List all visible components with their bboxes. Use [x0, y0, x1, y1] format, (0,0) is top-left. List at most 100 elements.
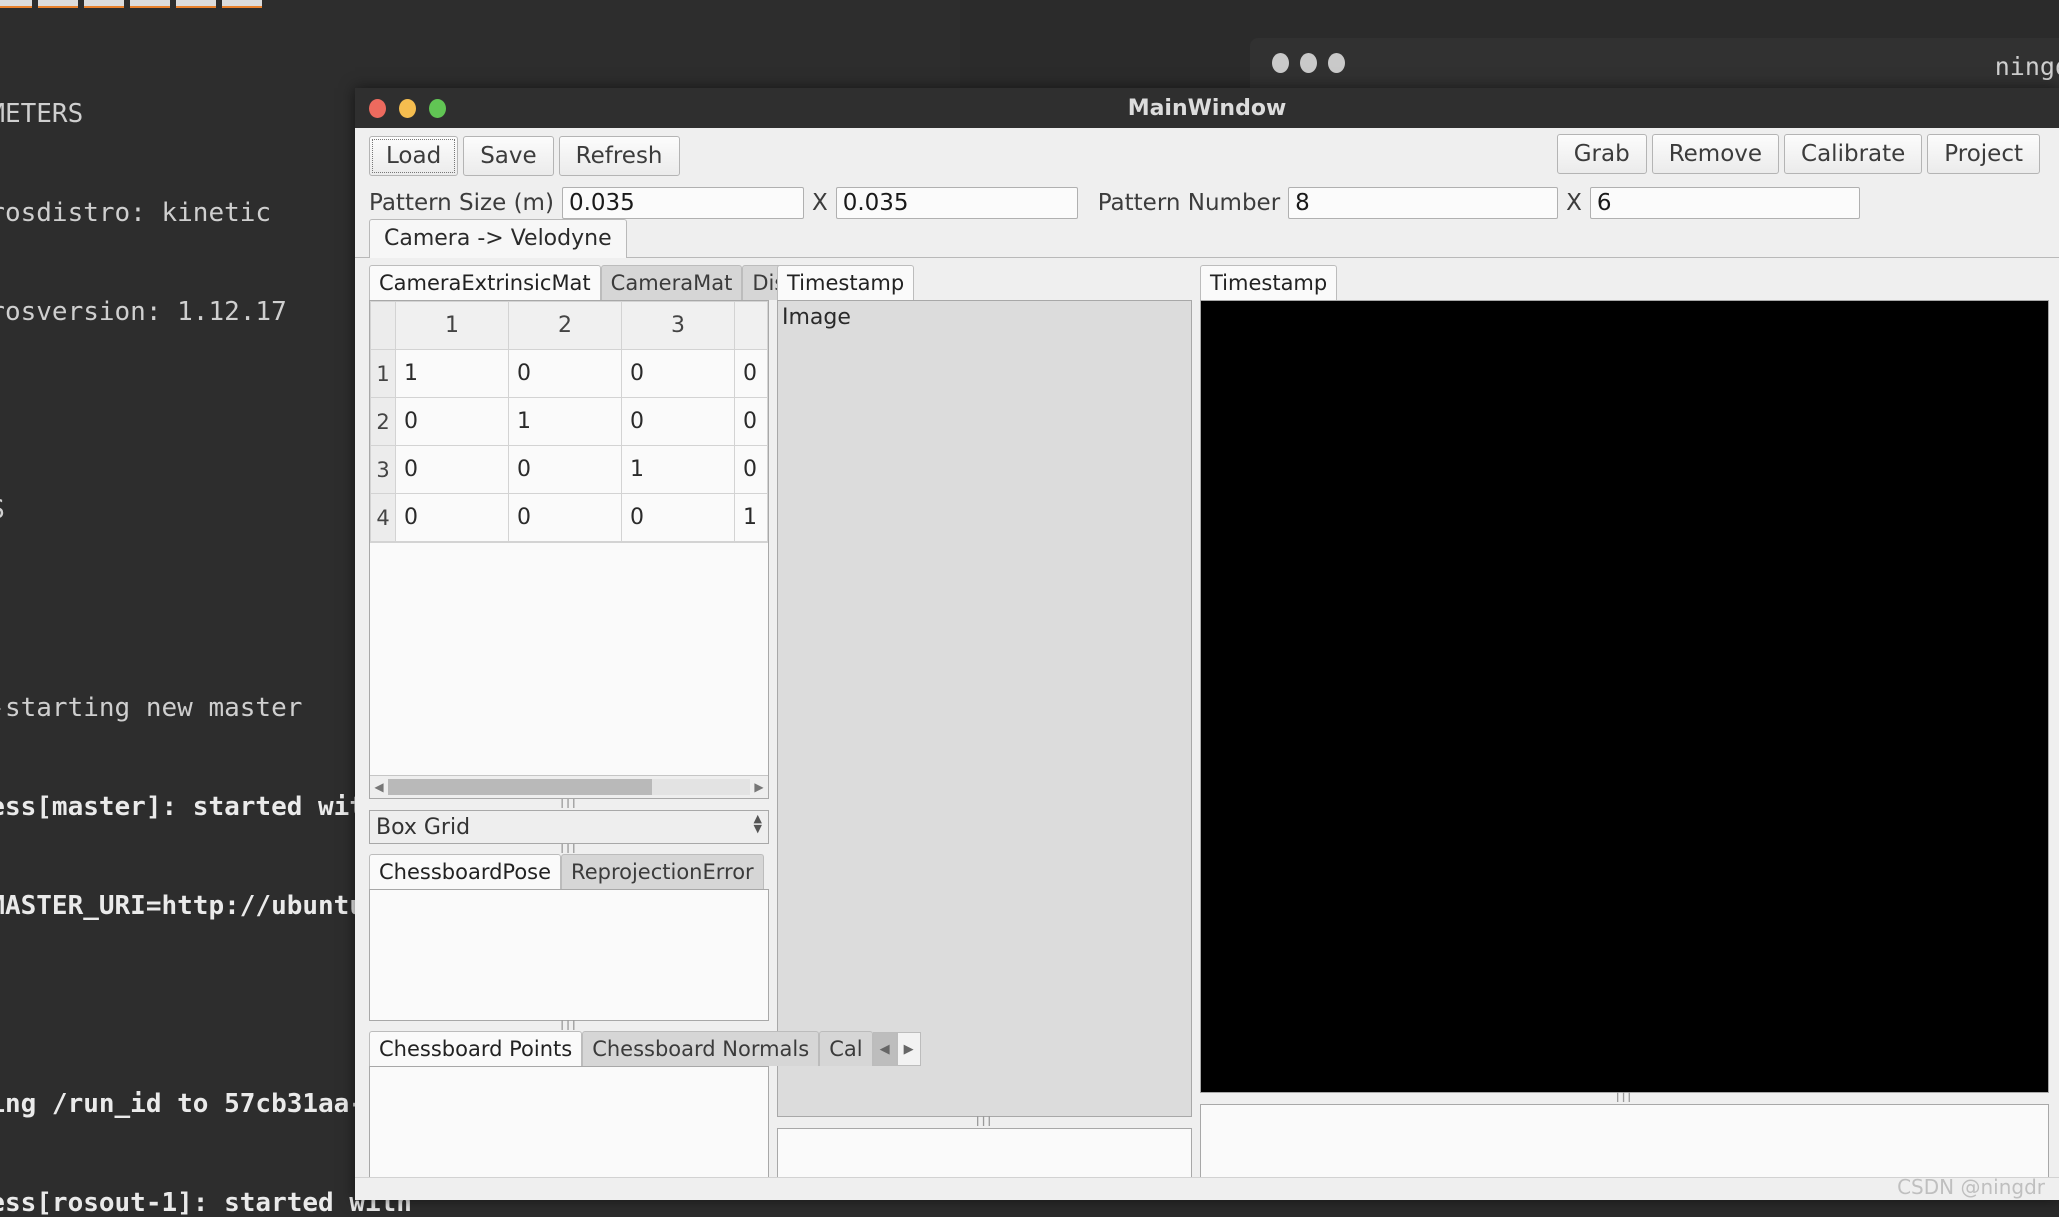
minimize-dot-icon[interactable]	[1300, 53, 1317, 73]
save-button[interactable]: Save	[463, 136, 554, 176]
tab-chessboard-normals[interactable]: Chessboard Normals	[582, 1031, 820, 1066]
window-titlebar[interactable]: MainWindow	[355, 88, 2059, 128]
grid-type-combobox[interactable]: Box Grid ▲ ▼	[369, 810, 769, 844]
table-empty-space	[370, 542, 768, 775]
left-pane: CameraExtrinsicMat CameraMat DistCoeff ◀…	[369, 265, 921, 1188]
matrix-cell[interactable]: 0	[395, 397, 509, 446]
matrix-cell[interactable]: 0	[395, 493, 509, 542]
terminal-line: /rosversion: 1.12.17	[0, 297, 287, 327]
matrix-table[interactable]: 1 2 3 1 1 0 0 0 2 0 1 0 0 3 0 0 1 0 4 0 …	[370, 301, 768, 542]
chessboard-pose-list[interactable]	[369, 889, 769, 1021]
splitter-handle[interactable]: III	[369, 798, 769, 811]
main-tabstrip: Camera -> Velodyne	[355, 219, 2059, 258]
terminal-line: RAMETERS	[0, 99, 84, 129]
calibrate-button[interactable]: Calibrate	[1784, 134, 1923, 174]
pattern-number-separator: X	[1566, 190, 1582, 216]
matrix-table-container: 1 2 3 1 1 0 0 0 2 0 1 0 0 3 0 0 1 0 4 0 …	[369, 300, 769, 799]
terminal-tab[interactable]	[176, 0, 216, 8]
tab-camera-mat[interactable]: CameraMat	[600, 265, 743, 300]
scroll-right-arrow-icon[interactable]: ▶	[750, 780, 768, 794]
right-pane: Timestamp III	[1200, 265, 2049, 1188]
load-button[interactable]: Load	[369, 136, 459, 176]
image-label: Image	[782, 305, 851, 330]
terminal-line: tting /run_id to 57cb31aa-72d	[0, 1089, 412, 1119]
splitter-handle[interactable]: III	[1200, 1092, 2049, 1105]
column-header[interactable]	[734, 301, 768, 350]
matrix-cell[interactable]: 1	[621, 445, 735, 494]
pointcloud-status-panel	[1200, 1104, 2049, 1188]
column-header[interactable]: 3	[621, 301, 735, 350]
pattern-size-y-input[interactable]	[835, 187, 1078, 219]
tab-chessboard-pose[interactable]: ChessboardPose	[369, 854, 562, 889]
matrix-cell[interactable]: 0	[508, 349, 622, 398]
matrix-cell[interactable]: 0	[395, 445, 509, 494]
terminal-tab-strip[interactable]	[0, 0, 292, 8]
terminal-window-controls[interactable]	[1272, 53, 1345, 73]
terminal-tab[interactable]	[222, 0, 262, 8]
terminal-line: ocess[rosout-1]: started with	[0, 1188, 412, 1217]
terminal-line: S_MASTER_URI=http://ubuntu:11	[0, 891, 412, 921]
matrix-cell[interactable]: 0	[508, 493, 622, 542]
pointcloud-viewport[interactable]	[1200, 300, 2049, 1093]
column-header[interactable]: 2	[508, 301, 622, 350]
remove-button[interactable]: Remove	[1651, 134, 1780, 174]
image-preview-panel[interactable]: Image	[777, 300, 1192, 1117]
terminal-tab[interactable]	[0, 0, 32, 8]
table-row: 3 0 0 1 0	[370, 445, 768, 494]
project-button[interactable]: Project	[1927, 134, 2040, 174]
window-controls[interactable]	[369, 99, 446, 118]
chessboard-points-list[interactable]	[369, 1066, 769, 1188]
matrix-cell[interactable]: 0	[621, 493, 735, 542]
minimize-button-icon[interactable]	[399, 99, 416, 118]
terminal-tab[interactable]	[84, 0, 124, 8]
terminal-tab[interactable]	[130, 0, 170, 8]
tab-chessboard-points[interactable]: Chessboard Points	[369, 1031, 583, 1066]
column-header[interactable]: 1	[395, 301, 509, 350]
table-row: 1 1 0 0 0	[370, 349, 768, 398]
tab-timestamp-image[interactable]: Timestamp	[777, 265, 915, 300]
splitter-handle[interactable]: III	[777, 1116, 1192, 1129]
spinner-icon[interactable]: ▲ ▼	[754, 813, 762, 834]
row-header: 3	[370, 445, 396, 494]
matrix-cell[interactable]: 0	[734, 349, 768, 398]
right-tabstrip: Timestamp	[1200, 265, 2049, 300]
pattern-size-x-input[interactable]	[561, 187, 804, 219]
tab-scroll-left-icon[interactable]: ◀	[872, 1032, 897, 1066]
close-dot-icon[interactable]	[1272, 53, 1289, 73]
tab-timestamp-pointcloud[interactable]: Timestamp	[1200, 265, 1338, 300]
tab-scroll-right-icon[interactable]: ▶	[896, 1032, 921, 1066]
matrix-cell[interactable]: 0	[621, 397, 735, 446]
pattern-number-y-input[interactable]	[1589, 187, 1860, 219]
tab-camera-velodyne[interactable]: Camera -> Velodyne	[369, 219, 627, 258]
matrix-cell[interactable]: 1	[508, 397, 622, 446]
parameter-row: Pattern Size (m) X Pattern Number X	[355, 178, 2059, 224]
row-header: 2	[370, 397, 396, 446]
table-header-row: 1 2 3	[370, 301, 768, 350]
matrix-cell[interactable]: 1	[734, 493, 768, 542]
refresh-button[interactable]: Refresh	[558, 136, 680, 176]
row-header: 1	[370, 349, 396, 398]
tab-cal-truncated[interactable]: Cal	[819, 1031, 873, 1066]
close-button-icon[interactable]	[369, 99, 386, 118]
tab-camera-extrinsic-mat[interactable]: CameraExtrinsicMat	[369, 265, 601, 300]
terminal-tab[interactable]	[38, 0, 78, 8]
terminal-line: to-starting new master	[0, 693, 303, 723]
maximize-button-icon[interactable]	[429, 99, 446, 118]
tab-reprojection-error[interactable]: ReprojectionError	[561, 854, 764, 889]
matrix-cell[interactable]: 1	[395, 349, 509, 398]
pattern-number-x-input[interactable]	[1288, 187, 1559, 219]
scroll-left-arrow-icon[interactable]: ◀	[370, 780, 388, 794]
matrix-cell[interactable]: 0	[734, 445, 768, 494]
matrix-cell[interactable]: 0	[621, 349, 735, 398]
terminal-line: /rosdistro: kinetic	[0, 198, 272, 228]
toolbar: Load Save Refresh Grab Remove Calibrate …	[355, 128, 2059, 178]
maximize-dot-icon[interactable]	[1328, 53, 1345, 73]
matrix-cell[interactable]: 0	[734, 397, 768, 446]
matrix-horizontal-scrollbar[interactable]: ◀ ▶	[370, 775, 768, 798]
scrollbar-thumb[interactable]	[388, 779, 653, 795]
content-panes: CameraExtrinsicMat CameraMat DistCoeff ◀…	[355, 258, 2059, 1188]
scrollbar-track[interactable]	[388, 779, 750, 795]
grab-button[interactable]: Grab	[1556, 134, 1647, 174]
matrix-cell[interactable]: 0	[508, 445, 622, 494]
